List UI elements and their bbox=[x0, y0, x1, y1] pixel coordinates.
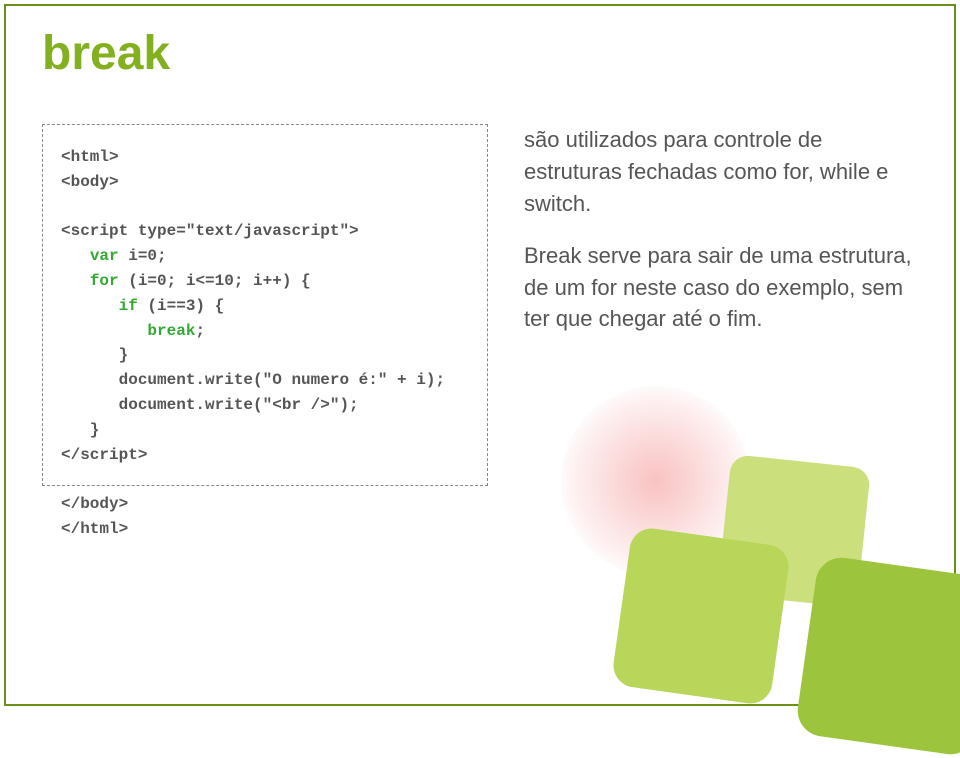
code-keyword: for bbox=[90, 272, 119, 290]
code-line bbox=[61, 247, 90, 265]
code-line bbox=[61, 272, 90, 290]
code-line bbox=[61, 297, 119, 315]
description-column: são utilizados para controle de estrutur… bbox=[524, 124, 924, 355]
code-line bbox=[61, 322, 147, 340]
code-line: (i==3) { bbox=[138, 297, 224, 315]
code-keyword: if bbox=[119, 297, 138, 315]
code-block: <html> <body> <script type="text/javascr… bbox=[42, 124, 488, 486]
code-line: } bbox=[61, 346, 128, 364]
code-keyword: break bbox=[147, 322, 195, 340]
code-line: document.write("O numero é:" + i); bbox=[61, 371, 445, 389]
decorative-square bbox=[611, 526, 792, 707]
description-para-2: Break serve para sair de uma estrutura, … bbox=[524, 240, 924, 336]
code-line: <body> bbox=[61, 173, 119, 191]
code-line: <html> bbox=[61, 148, 119, 166]
code-line: } bbox=[61, 421, 99, 439]
code-line: </body> bbox=[61, 495, 128, 513]
code-line: ; bbox=[195, 322, 205, 340]
code-line: document.write("<br />"); bbox=[61, 396, 359, 414]
code-line: (i=0; i<=10; i++) { bbox=[119, 272, 311, 290]
code-keyword: var bbox=[90, 247, 119, 265]
slide-frame: break <html> <body> <script type="text/j… bbox=[4, 4, 956, 706]
code-line: </html> bbox=[61, 520, 128, 538]
code-line: <script type="text/javascript"> bbox=[61, 222, 359, 240]
code-line: i=0; bbox=[119, 247, 167, 265]
slide-title: break bbox=[42, 26, 170, 81]
description-para-1: são utilizados para controle de estrutur… bbox=[524, 124, 924, 220]
decorative-square bbox=[794, 554, 960, 757]
code-line: </script> bbox=[61, 446, 147, 464]
